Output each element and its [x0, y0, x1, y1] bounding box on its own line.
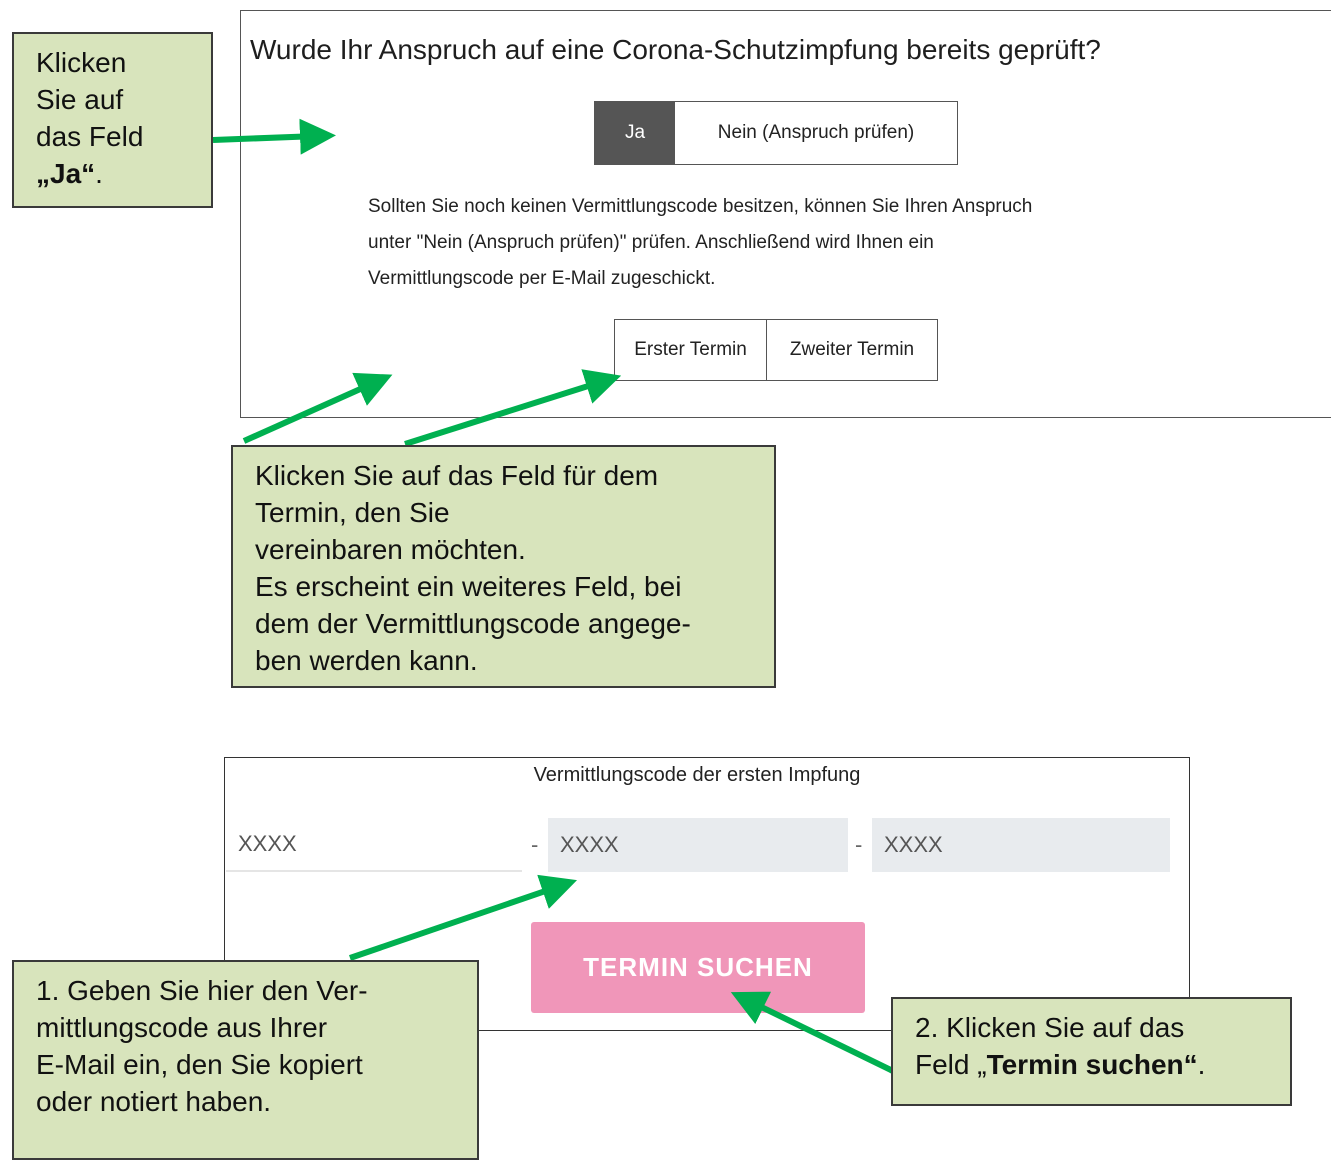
- arrow-to-erster-termin: [404, 369, 622, 447]
- callout-code-line: E-Mail ein, den Sie kopiert: [36, 1049, 363, 1080]
- callout-search-prefix: Feld „: [915, 1049, 987, 1080]
- callout-code-line: mittlungscode aus Ihrer: [36, 1012, 328, 1043]
- callout-search-line: Feld „Termin suchen“.: [915, 1046, 1268, 1083]
- callout-termin-line: Klicken Sie auf das Feld für dem: [255, 460, 659, 491]
- callout-termin-line: dem der Vermittlungscode angege-: [255, 608, 691, 639]
- arrow-to-code-input: [349, 874, 578, 961]
- arrow-to-termin-area: [242, 372, 393, 444]
- callout-ja-line: Sie auf: [36, 84, 124, 115]
- callout-termin-line: ben werden kann.: [255, 645, 478, 676]
- callout-code-line: 1. Geben Sie hier den Ver-: [36, 975, 368, 1006]
- callout-ja-suffix: .: [95, 158, 103, 189]
- arrow-to-ja: [212, 118, 336, 155]
- callout-code: 1. Geben Sie hier den Ver- mittlungscode…: [12, 960, 479, 1160]
- callout-ja-line: das Feld: [36, 121, 144, 152]
- callout-termin: Klicken Sie auf das Feld für dem Termin,…: [231, 445, 776, 688]
- callout-ja-line: Klicken: [36, 47, 127, 78]
- callout-search: 2. Klicken Sie auf das Feld „Termin such…: [891, 997, 1292, 1106]
- callout-ja: Klicken Sie auf das Feld „Ja“.: [12, 32, 213, 208]
- callout-termin-line: Es erscheint ein weiteres Feld, bei: [255, 571, 682, 602]
- arrow-to-search-button: [730, 991, 899, 1076]
- callout-code-line: oder notiert haben.: [36, 1086, 272, 1117]
- callout-termin-line: vereinbaren möchten.: [255, 534, 526, 565]
- callout-search-line: 2. Klicken Sie auf das: [915, 1012, 1185, 1043]
- callout-search-bold: Termin suchen“: [986, 1049, 1198, 1080]
- callout-search-suffix: .: [1197, 1049, 1206, 1080]
- callout-termin-line: Termin, den Sie: [255, 497, 450, 528]
- callout-ja-bold: „Ja“: [36, 158, 96, 189]
- callout-ja-line: „Ja“.: [36, 155, 189, 192]
